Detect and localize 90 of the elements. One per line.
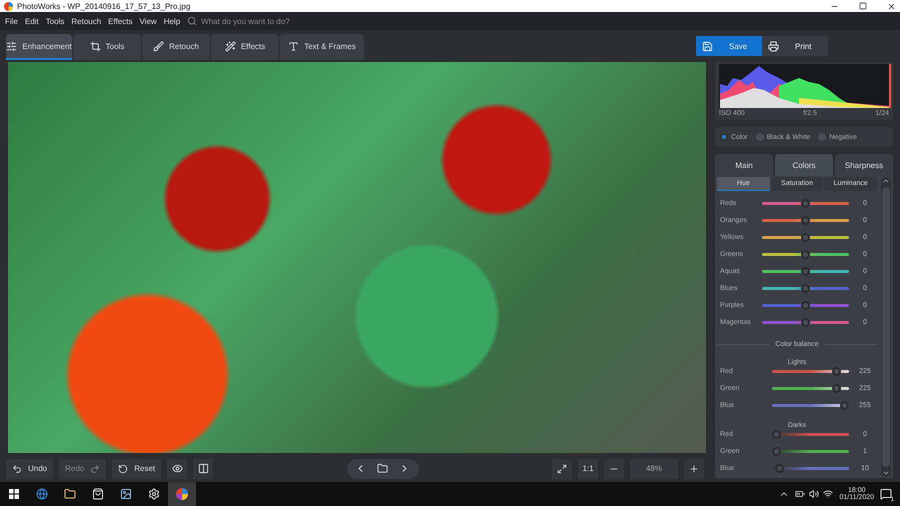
restore-icon[interactable] xyxy=(859,2,867,10)
text-icon xyxy=(288,40,300,52)
slider-thumb[interactable] xyxy=(772,430,781,439)
browser-icon[interactable] xyxy=(36,488,48,500)
slider-thumb[interactable] xyxy=(840,401,849,410)
close-icon[interactable] xyxy=(887,2,896,10)
slider-thumb[interactable] xyxy=(772,447,781,456)
print-button[interactable]: Print xyxy=(762,36,828,56)
menu-item[interactable]: Edit xyxy=(24,16,39,26)
radio-button[interactable] xyxy=(818,133,826,141)
slider-thumb[interactable] xyxy=(801,284,810,293)
slider-thumb[interactable] xyxy=(801,267,810,276)
zoom-level: 48% xyxy=(630,458,678,478)
radio-button[interactable] xyxy=(720,133,728,141)
slider-thumb[interactable] xyxy=(801,318,810,327)
folder-icon[interactable] xyxy=(64,488,76,500)
window-title: PhotoWorks - WP_20140916_17_57_13_Pro.jpg xyxy=(17,2,192,10)
printer-icon xyxy=(768,40,779,52)
slider[interactable] xyxy=(762,267,849,276)
shopping-bag-icon[interactable] xyxy=(92,488,104,500)
fit-button[interactable] xyxy=(552,458,572,478)
folder-icon xyxy=(377,463,388,474)
menu-item[interactable]: Retouch xyxy=(71,16,102,26)
picture-icon[interactable] xyxy=(120,488,132,500)
slider-thumb[interactable] xyxy=(774,464,784,473)
zoom-in-button[interactable] xyxy=(684,458,704,478)
scrollbar[interactable] xyxy=(881,177,891,477)
sliders-icon xyxy=(6,40,18,52)
slider[interactable] xyxy=(762,233,849,242)
search-placeholder[interactable]: What do you want to do? xyxy=(201,16,290,26)
expand-icon xyxy=(557,464,567,474)
slider[interactable] xyxy=(762,216,849,225)
slider[interactable] xyxy=(772,367,849,376)
search-icon xyxy=(187,16,198,26)
mode-tab[interactable]: Enhancement xyxy=(6,34,72,60)
scroll-down-icon[interactable] xyxy=(882,469,890,477)
slider[interactable] xyxy=(762,199,849,208)
undo-icon xyxy=(12,464,22,474)
menu-item[interactable]: View xyxy=(139,16,157,26)
slider-thumb[interactable] xyxy=(832,367,841,376)
slider[interactable] xyxy=(762,284,849,293)
save-button[interactable]: Save xyxy=(696,36,762,56)
windows-logo-icon[interactable] xyxy=(9,489,19,499)
slider[interactable] xyxy=(762,250,849,259)
slider-thumb[interactable] xyxy=(832,384,841,393)
zoom-in-icon xyxy=(689,464,699,474)
preview-button[interactable] xyxy=(167,458,188,478)
slider-thumb[interactable] xyxy=(801,233,810,242)
panel-tab[interactable]: Main xyxy=(715,154,773,176)
slider-thumb[interactable] xyxy=(801,250,810,259)
slider[interactable] xyxy=(772,401,849,410)
slider[interactable] xyxy=(772,447,849,456)
redo-icon xyxy=(90,464,100,474)
mode-tab[interactable]: Text & Frames xyxy=(280,34,364,60)
scroll-up-icon[interactable] xyxy=(882,177,890,185)
menu-item[interactable]: Help xyxy=(164,16,180,26)
actual-size-button[interactable]: 1:1 xyxy=(578,458,598,478)
speaker-icon[interactable] xyxy=(809,489,820,499)
split-view-icon xyxy=(198,463,209,474)
radio-button[interactable] xyxy=(756,133,764,141)
menu-item[interactable]: File xyxy=(5,16,18,26)
settings-icon[interactable] xyxy=(148,488,160,500)
panel-tab[interactable]: Colors xyxy=(775,154,833,176)
eye-icon xyxy=(172,463,183,474)
panel-tab[interactable]: Sharpness xyxy=(835,154,893,176)
menu-item[interactable]: Effects xyxy=(108,16,132,26)
slider[interactable] xyxy=(772,384,849,393)
slider-thumb[interactable] xyxy=(801,199,810,208)
notification-icon[interactable] xyxy=(880,488,892,500)
mode-tab[interactable]: Retouch xyxy=(142,34,210,60)
compare-button[interactable] xyxy=(193,458,214,478)
slider[interactable] xyxy=(772,464,849,473)
magic-wand-icon xyxy=(224,40,236,52)
mode-tab[interactable]: Tools xyxy=(73,34,141,60)
wifi-icon[interactable] xyxy=(823,489,834,499)
crop-icon xyxy=(90,40,101,52)
reset-icon xyxy=(118,464,128,474)
brush-icon xyxy=(153,40,164,52)
slider[interactable] xyxy=(762,318,849,327)
reset-button[interactable]: Reset xyxy=(112,458,162,478)
battery-icon[interactable] xyxy=(795,489,806,499)
undo-button[interactable]: Undo xyxy=(6,458,54,478)
slider-thumb[interactable] xyxy=(801,216,810,225)
slider-thumb[interactable] xyxy=(801,301,810,310)
app-logo-icon xyxy=(4,2,13,10)
menu-item[interactable]: Tools xyxy=(46,16,64,26)
mode-tab[interactable]: Effects xyxy=(211,34,279,60)
slider[interactable] xyxy=(762,301,849,310)
slider[interactable] xyxy=(772,430,849,439)
app-logo-icon[interactable] xyxy=(176,488,188,500)
